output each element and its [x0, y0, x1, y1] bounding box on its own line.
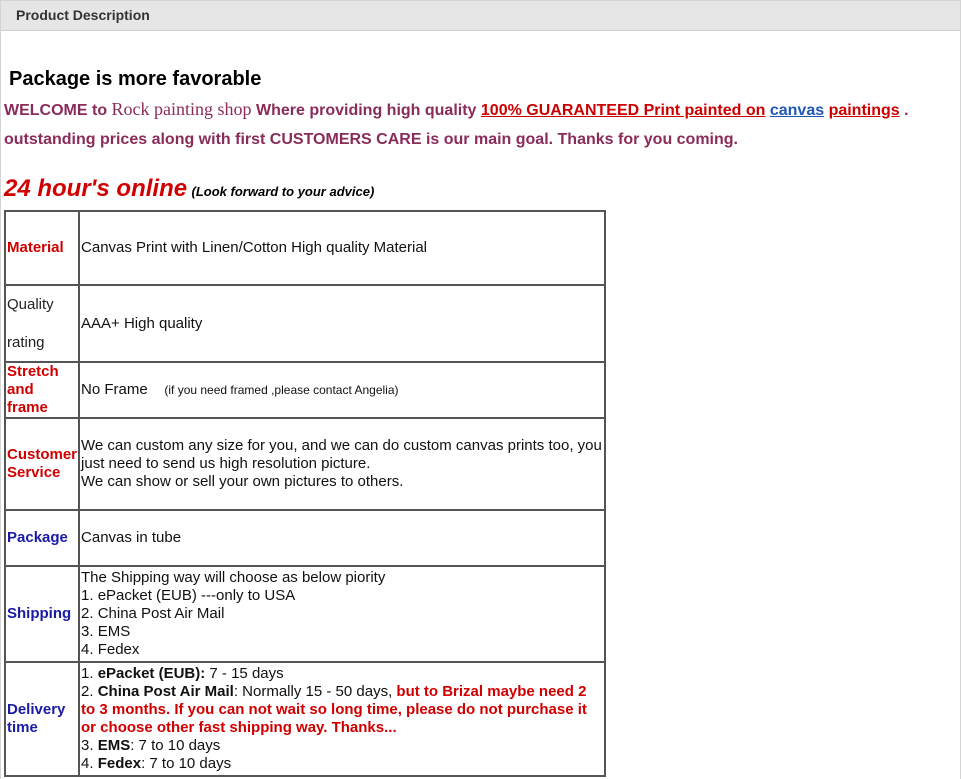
- spec-table: Material Canvas Print with Linen/Cotton …: [3, 210, 606, 777]
- table-row: Material Canvas Print with Linen/Cotton …: [3, 210, 606, 286]
- delivery-num: 2.: [81, 683, 98, 700]
- delivery-method: Fedex: [97, 755, 142, 772]
- delivery-num: 3.: [81, 737, 98, 754]
- delivery-duration: : 7 to 10 days: [141, 755, 232, 772]
- quality-label-top: Quality: [7, 295, 54, 313]
- shipping-line: 1. ePacket (EUB) ---only to USA: [81, 587, 296, 604]
- row-label-stretch: Stretch and frame: [3, 361, 81, 419]
- delivery-duration: 7 - 15 days: [205, 665, 284, 682]
- row-label-package: Package: [3, 509, 81, 567]
- row-label-shipping: Shipping: [3, 565, 81, 663]
- shop-name: Rock painting shop: [111, 99, 252, 119]
- delivery-method: ePacket (EUB):: [97, 665, 206, 682]
- shipping-line: 2. China Post Air Mail: [81, 605, 225, 622]
- row-value-stretch: No Frame (if you need framed ,please con…: [78, 361, 606, 419]
- delivery-num: 1.: [81, 665, 98, 682]
- intro-line-2: outstanding prices along with first CUST…: [4, 131, 738, 148]
- delivery-duration: : 7 to 10 days: [130, 737, 221, 754]
- service-line-1: We can custom any size for you, and we c…: [81, 437, 602, 472]
- delivery-method: China Post Air Mail: [97, 683, 234, 700]
- intro-line-1: WELCOME to Rock painting shop Where prov…: [4, 99, 909, 120]
- online-subtitle: (Look forward to your advice): [191, 184, 375, 199]
- row-label-material: Material: [3, 210, 81, 286]
- row-value-shipping: The Shipping way will choose as below pi…: [78, 565, 606, 663]
- quality-label-bottom: rating: [7, 333, 45, 351]
- table-row: Delivery time 1. ePacket (EUB): 7 - 15 d…: [3, 661, 606, 777]
- row-value-customer-service: We can custom any size for you, and we c…: [78, 417, 606, 511]
- intro-dot: .: [904, 102, 909, 119]
- row-value-package: Canvas in tube: [78, 509, 606, 567]
- table-row: Package Canvas in tube: [3, 509, 606, 567]
- where-text: Where providing high quality: [256, 102, 477, 119]
- row-label-quality: Quality rating: [3, 284, 81, 363]
- table-row: Stretch and frame No Frame (if you need …: [3, 361, 606, 419]
- delivery-duration: : Normally 15 - 50 days,: [233, 683, 397, 700]
- online-title: 24 hour's online: [4, 175, 188, 202]
- delivery-method: EMS: [97, 737, 131, 754]
- canvas-link[interactable]: canvas: [770, 102, 824, 119]
- shipping-line: The Shipping way will choose as below pi…: [81, 569, 386, 586]
- delivery-num: 4.: [81, 755, 98, 772]
- service-line-2: We can show or sell your own pictures to…: [81, 473, 404, 490]
- row-value-delivery: 1. ePacket (EUB): 7 - 15 days 2. China P…: [78, 661, 606, 777]
- row-value-material: Canvas Print with Linen/Cotton High qual…: [78, 210, 606, 286]
- table-row: Quality rating AAA+ High quality: [3, 284, 606, 363]
- stretch-text: No Frame: [81, 381, 148, 398]
- table-row: Customer Service We can custom any size …: [3, 417, 606, 511]
- delivery-line-3: 3. EMS: 7 to 10 days: [81, 737, 603, 755]
- guarantee-link[interactable]: 100% GUARANTEED Print painted on: [481, 102, 765, 119]
- row-label-delivery: Delivery time: [3, 661, 81, 777]
- delivery-line-1: 1. ePacket (EUB): 7 - 15 days: [81, 665, 603, 683]
- welcome-text: WELCOME to: [4, 102, 108, 119]
- delivery-line-4: 4. Fedex: 7 to 10 days: [81, 755, 603, 773]
- tab-bar: Product Description: [0, 0, 961, 31]
- stretch-note: (if you need framed ,please contact Ange…: [164, 383, 399, 397]
- delivery-line-2: 2. China Post Air Mail: Normally 15 - 50…: [81, 683, 603, 737]
- row-value-quality: AAA+ High quality: [78, 284, 606, 363]
- headline: Package is more favorable: [9, 68, 262, 90]
- shipping-line: 3. EMS: [81, 623, 131, 640]
- tab-product-description[interactable]: Product Description: [16, 7, 150, 23]
- table-row: Shipping The Shipping way will choose as…: [3, 565, 606, 663]
- paintings-link[interactable]: paintings: [829, 102, 900, 119]
- online-banner: 24 hour's online (Look forward to your a…: [4, 175, 374, 203]
- shipping-line: 4. Fedex: [81, 641, 140, 658]
- row-label-customer-service: Customer Service: [3, 417, 81, 511]
